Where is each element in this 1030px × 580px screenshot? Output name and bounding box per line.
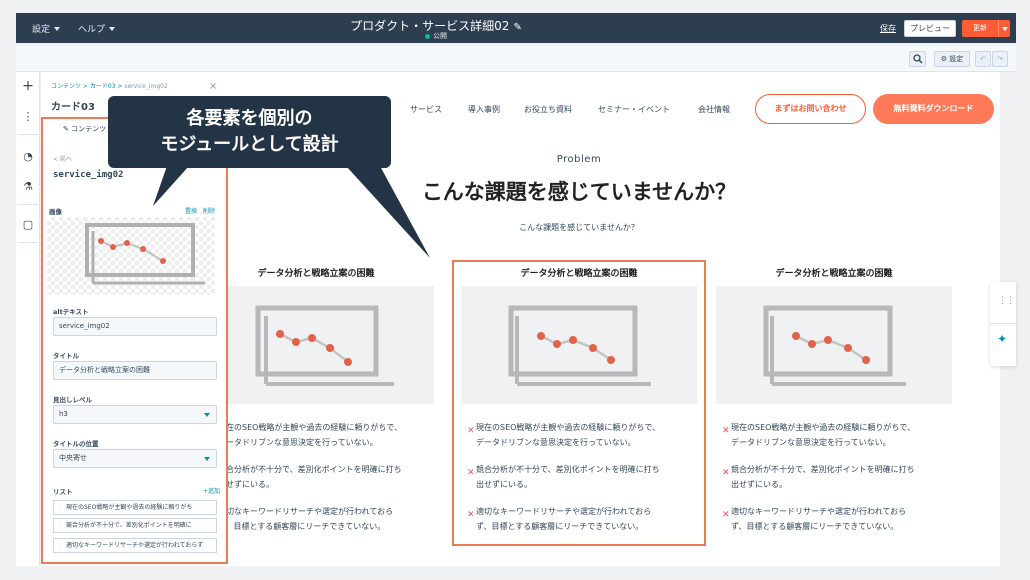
nav-link-resources[interactable]: お役立ち資料 <box>524 104 572 115</box>
help-menu-label: ヘルプ <box>78 25 106 35</box>
card-list-line: 出せずにいる。 <box>731 480 787 489</box>
add-icon[interactable]: + <box>21 78 35 94</box>
save-link[interactable]: 保存 <box>880 23 896 34</box>
card-title: データ分析と戦略立案の困難 <box>775 269 893 279</box>
card-title: データ分析と戦略立案の困難 <box>257 269 375 279</box>
redo-icon[interactable]: ↷ <box>992 51 1008 67</box>
breadcrumb-item[interactable]: カード03 <box>90 83 116 90</box>
card-list-item: ✕ 現在のSEO戦略が主観や過去の経験に頼りがちで、 データドリブンな意思決定を行っ… <box>722 420 967 450</box>
card-list-line: 適切なキーワードリサーチや選定が行われておら <box>731 507 907 516</box>
editor-topbar: 設定 ヘルプ プロダクト・サービス詳細02 ✎ 公開 保存 プレビュー 更新 <box>16 13 1016 43</box>
close-icon: ✕ <box>722 426 730 436</box>
settings-menu-label: 設定 <box>32 25 51 35</box>
flask-icon[interactable]: ⚗ <box>21 180 35 193</box>
chart-sketch-image <box>763 305 906 386</box>
card-image <box>716 286 952 404</box>
status-label: 公開 <box>433 32 447 40</box>
page-icon[interactable]: ▢ <box>21 218 35 231</box>
card-list-item: 競合分析が不十分で、差別化ポイントを明確に打ち出せずにいる。 <box>228 462 454 492</box>
card-list-line: 現在のSEO戦略が主観や過去の経験に頼りがちで、 <box>228 423 403 432</box>
close-icon: ✕ <box>722 468 730 478</box>
sparkle-icon[interactable]: ✦ <box>997 332 1007 346</box>
card-list-line: データドリブンな意思決定を行っていない。 <box>228 438 378 447</box>
layers-icon[interactable]: ⋮ <box>21 110 35 123</box>
contact-button[interactable]: まずはお問い合わせ <box>755 94 866 124</box>
left-rail: + ⋮ ◔ ⚗ ▢ <box>16 72 40 566</box>
section-subheading: こんな課題を感じていませんか？ <box>519 223 639 232</box>
chevron-down-icon <box>54 26 61 31</box>
callout-line: モジュールとして設計 <box>160 134 339 155</box>
section-heading: こんな課題を感じていませんか？ <box>421 180 737 204</box>
card-list-item: 現在のSEO戦略が主観や過去の経験に頼りがちで、 データドリブンな意思決定を行って… <box>228 420 454 450</box>
settings-button[interactable]: ⚙ 設定 <box>934 51 970 67</box>
card-list-item: 適切なキーワードリサーチや選定が行われておら ず、目標とする顧客層にリーチできてい… <box>228 504 454 534</box>
search-icon[interactable] <box>909 51 926 67</box>
rail-divider <box>18 242 38 243</box>
settings-menu[interactable]: 設定 <box>32 22 61 35</box>
card-list-item: ✕ 競合分析が不十分で、差別化ポイントを明確に打ち 出せずにいる。 <box>722 462 967 492</box>
breadcrumb-current: service_img02 <box>124 83 168 90</box>
close-icon[interactable]: × <box>209 81 217 92</box>
right-floating-toolbar: ⋮⋮ ✦ <box>990 282 1016 366</box>
chart-sketch-image <box>255 305 394 386</box>
chevron-down-icon <box>1001 26 1008 31</box>
card-list-line: ず、目標とする顧客層にリーチできていない。 <box>731 522 899 531</box>
card-list-line: ず、目標とする顧客層にリーチできていない。 <box>228 522 386 531</box>
pencil-icon[interactable]: ✎ <box>513 22 521 33</box>
callout-line: 各要素を個別の <box>186 108 313 129</box>
close-icon: ✕ <box>722 510 730 520</box>
undo-icon[interactable]: ↶ <box>975 51 991 67</box>
panel-highlight-frame <box>41 117 228 564</box>
card-list-item: ✕ 適切なキーワードリサーチや選定が行われておら ず、目標とする顧客層にリーチできて… <box>722 504 967 534</box>
preview-button[interactable]: プレビュー <box>904 20 956 37</box>
breadcrumb-item[interactable]: コンテンツ <box>51 83 81 90</box>
update-dropdown-toggle[interactable] <box>998 20 1010 37</box>
callout-pointer-left <box>153 166 189 206</box>
download-button[interactable]: 無料資料ダウンロード <box>873 94 994 124</box>
toolbar-divider <box>990 323 1016 324</box>
nav-link-seminars[interactable]: セミナー・イベント <box>598 104 670 115</box>
selected-module-highlight <box>452 260 706 546</box>
update-button[interactable]: 更新 <box>962 20 1010 37</box>
editor-toolbar: ⚙ 設定 ↶ ↷ <box>16 46 1016 72</box>
speedometer-icon[interactable]: ◔ <box>21 150 35 163</box>
status-dot-icon <box>425 33 430 39</box>
nav-link-company[interactable]: 会社情報 <box>698 104 730 115</box>
grid-dots-icon[interactable]: ⋮⋮ <box>998 296 1015 306</box>
card-list-line: 適切なキーワードリサーチや選定が行われておら <box>228 507 394 516</box>
card-list-line: 出せずにいる。 <box>228 480 274 489</box>
card-list-line: 現在のSEO戦略が主観や過去の経験に頼りがちで、 <box>731 423 916 432</box>
rail-divider <box>18 134 38 135</box>
panel-title: カード03 <box>51 102 95 113</box>
nav-link-services[interactable]: サービス <box>410 104 442 115</box>
rail-divider <box>18 204 38 205</box>
card-image <box>228 286 434 404</box>
update-button-label: 更新 <box>973 24 987 32</box>
help-menu[interactable]: ヘルプ <box>78 22 116 35</box>
breadcrumb: コンテンツ > カード03 > service_img02 <box>51 83 168 90</box>
callout-pointer-right <box>346 166 430 258</box>
nav-link-cases[interactable]: 導入事例 <box>468 104 500 115</box>
card-list-line: 競合分析が不十分で、差別化ポイントを明確に打ち <box>228 465 402 474</box>
chevron-down-icon <box>109 26 116 31</box>
card-list-line: データドリブンな意思決定を行っていない。 <box>731 438 891 447</box>
card-list-line: 競合分析が不十分で、差別化ポイントを明確に打ち <box>731 465 915 474</box>
annotation-callout: 各要素を個別の モジュールとして設計 <box>108 96 391 168</box>
publish-status: 公開 <box>396 31 476 41</box>
